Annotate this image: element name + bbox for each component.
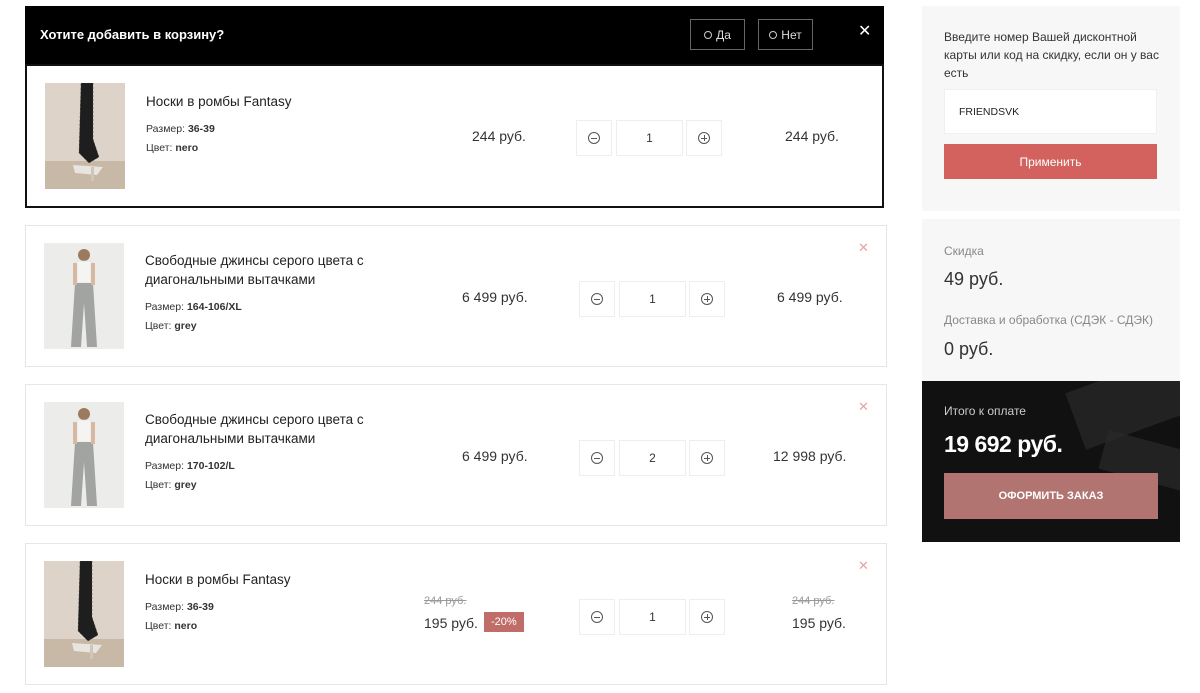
minus-icon	[591, 611, 603, 623]
cart-item: Свободные джинсы серого цвета с диагонал…	[25, 384, 887, 526]
discount-badge: -20%	[484, 612, 524, 632]
plus-icon	[701, 293, 713, 305]
plus-icon	[701, 452, 713, 464]
discount-label: Скидка	[944, 244, 984, 258]
product-name[interactable]: Свободные джинсы серого цвета с диагонал…	[145, 251, 385, 289]
remove-item-icon[interactable]: ✕	[858, 558, 869, 574]
increase-qty-button[interactable]	[689, 440, 725, 476]
increase-qty-button[interactable]	[689, 281, 725, 317]
delivery-value: 0 руб.	[944, 339, 994, 359]
discount-code-panel: Введите номер Вашей дисконтной карты или…	[922, 6, 1180, 211]
discount-value: 49 руб.	[944, 269, 1004, 289]
total-value: 19 692 руб.	[944, 431, 1063, 457]
prompt-question: Хотите добавить в корзину?	[40, 27, 225, 42]
radio-circle-icon	[769, 30, 778, 39]
increase-qty-button[interactable]	[689, 599, 725, 635]
decrease-qty-button[interactable]	[576, 120, 612, 156]
prompt-yes-label: Да	[716, 27, 731, 42]
line-total: 195 руб.	[792, 615, 846, 631]
product-image-jeans[interactable]	[44, 402, 124, 508]
line-total: 6 499 руб.	[777, 289, 843, 305]
quantity-input[interactable]: 2	[619, 440, 686, 476]
product-size: Размер: 36-39	[146, 123, 215, 135]
cart-item: Носки в ромбы Fantasy Размер: 36-39 Цвет…	[25, 64, 884, 208]
minus-icon	[588, 132, 600, 144]
decrease-qty-button[interactable]	[579, 440, 615, 476]
product-size: Размер: 164-106/XL	[145, 301, 242, 313]
product-color: Цвет: grey	[145, 479, 197, 491]
close-icon[interactable]: ✕	[858, 21, 871, 41]
product-color: Цвет: nero	[146, 142, 199, 154]
product-size: Размер: 170-102/L	[145, 460, 235, 472]
remove-item-icon[interactable]: ✕	[858, 240, 869, 256]
discount-code-input[interactable]: FRIENDSVK	[944, 89, 1157, 134]
total-label: Итого к оплате	[944, 404, 1026, 418]
product-color: Цвет: grey	[145, 320, 197, 332]
product-image-jeans[interactable]	[44, 243, 124, 349]
quantity-input[interactable]: 1	[619, 281, 686, 317]
unit-price: 195 руб.	[424, 615, 478, 631]
line-total: 244 руб.	[785, 128, 839, 144]
increase-qty-button[interactable]	[686, 120, 722, 156]
plus-icon	[701, 611, 713, 623]
unit-price: 6 499 руб.	[462, 289, 528, 305]
old-unit-price: 244 руб.	[424, 595, 467, 607]
quantity-input[interactable]: 1	[616, 120, 683, 156]
product-name[interactable]: Свободные джинсы серого цвета с диагонал…	[145, 410, 385, 448]
product-size: Размер: 36-39	[145, 601, 214, 613]
order-summary: Скидка 49 руб. Доставка и обработка (СДЭ…	[922, 219, 1180, 381]
radio-circle-icon	[704, 30, 713, 39]
unit-price: 244 руб.	[472, 128, 526, 144]
remove-item-icon[interactable]: ✕	[858, 399, 869, 415]
cart-item: Носки в ромбы Fantasy Размер: 36-39 Цвет…	[25, 543, 887, 685]
decrease-qty-button[interactable]	[579, 281, 615, 317]
minus-icon	[591, 293, 603, 305]
apply-button[interactable]: Применить	[944, 144, 1157, 179]
product-name[interactable]: Носки в ромбы Fantasy	[146, 92, 386, 111]
product-color: Цвет: nero	[145, 620, 198, 632]
old-line-total: 244 руб.	[792, 595, 835, 607]
quantity-input[interactable]: 1	[619, 599, 686, 635]
delivery-label: Доставка и обработка (СДЭК - СДЭК)	[944, 313, 1154, 327]
product-image-socks[interactable]	[45, 83, 125, 189]
unit-price: 6 499 руб.	[462, 448, 528, 464]
decrease-qty-button[interactable]	[579, 599, 615, 635]
add-to-cart-prompt: Хотите добавить в корзину? Да Нет ✕	[25, 6, 884, 66]
discount-code-label: Введите номер Вашей дисконтной карты или…	[944, 30, 1159, 80]
prompt-no-label: Нет	[781, 27, 802, 42]
prompt-no-button[interactable]: Нет	[758, 19, 813, 50]
cart-item: Свободные джинсы серого цвета с диагонал…	[25, 225, 887, 367]
prompt-yes-button[interactable]: Да	[690, 19, 745, 50]
plus-icon	[698, 132, 710, 144]
total-panel: Итого к оплате 19 692 руб. ОФОРМИТЬ ЗАКА…	[922, 381, 1180, 542]
product-name[interactable]: Носки в ромбы Fantasy	[145, 570, 385, 589]
checkout-button[interactable]: ОФОРМИТЬ ЗАКАЗ	[944, 473, 1158, 519]
product-image-socks[interactable]	[44, 561, 124, 667]
minus-icon	[591, 452, 603, 464]
line-total: 12 998 руб.	[773, 448, 847, 464]
